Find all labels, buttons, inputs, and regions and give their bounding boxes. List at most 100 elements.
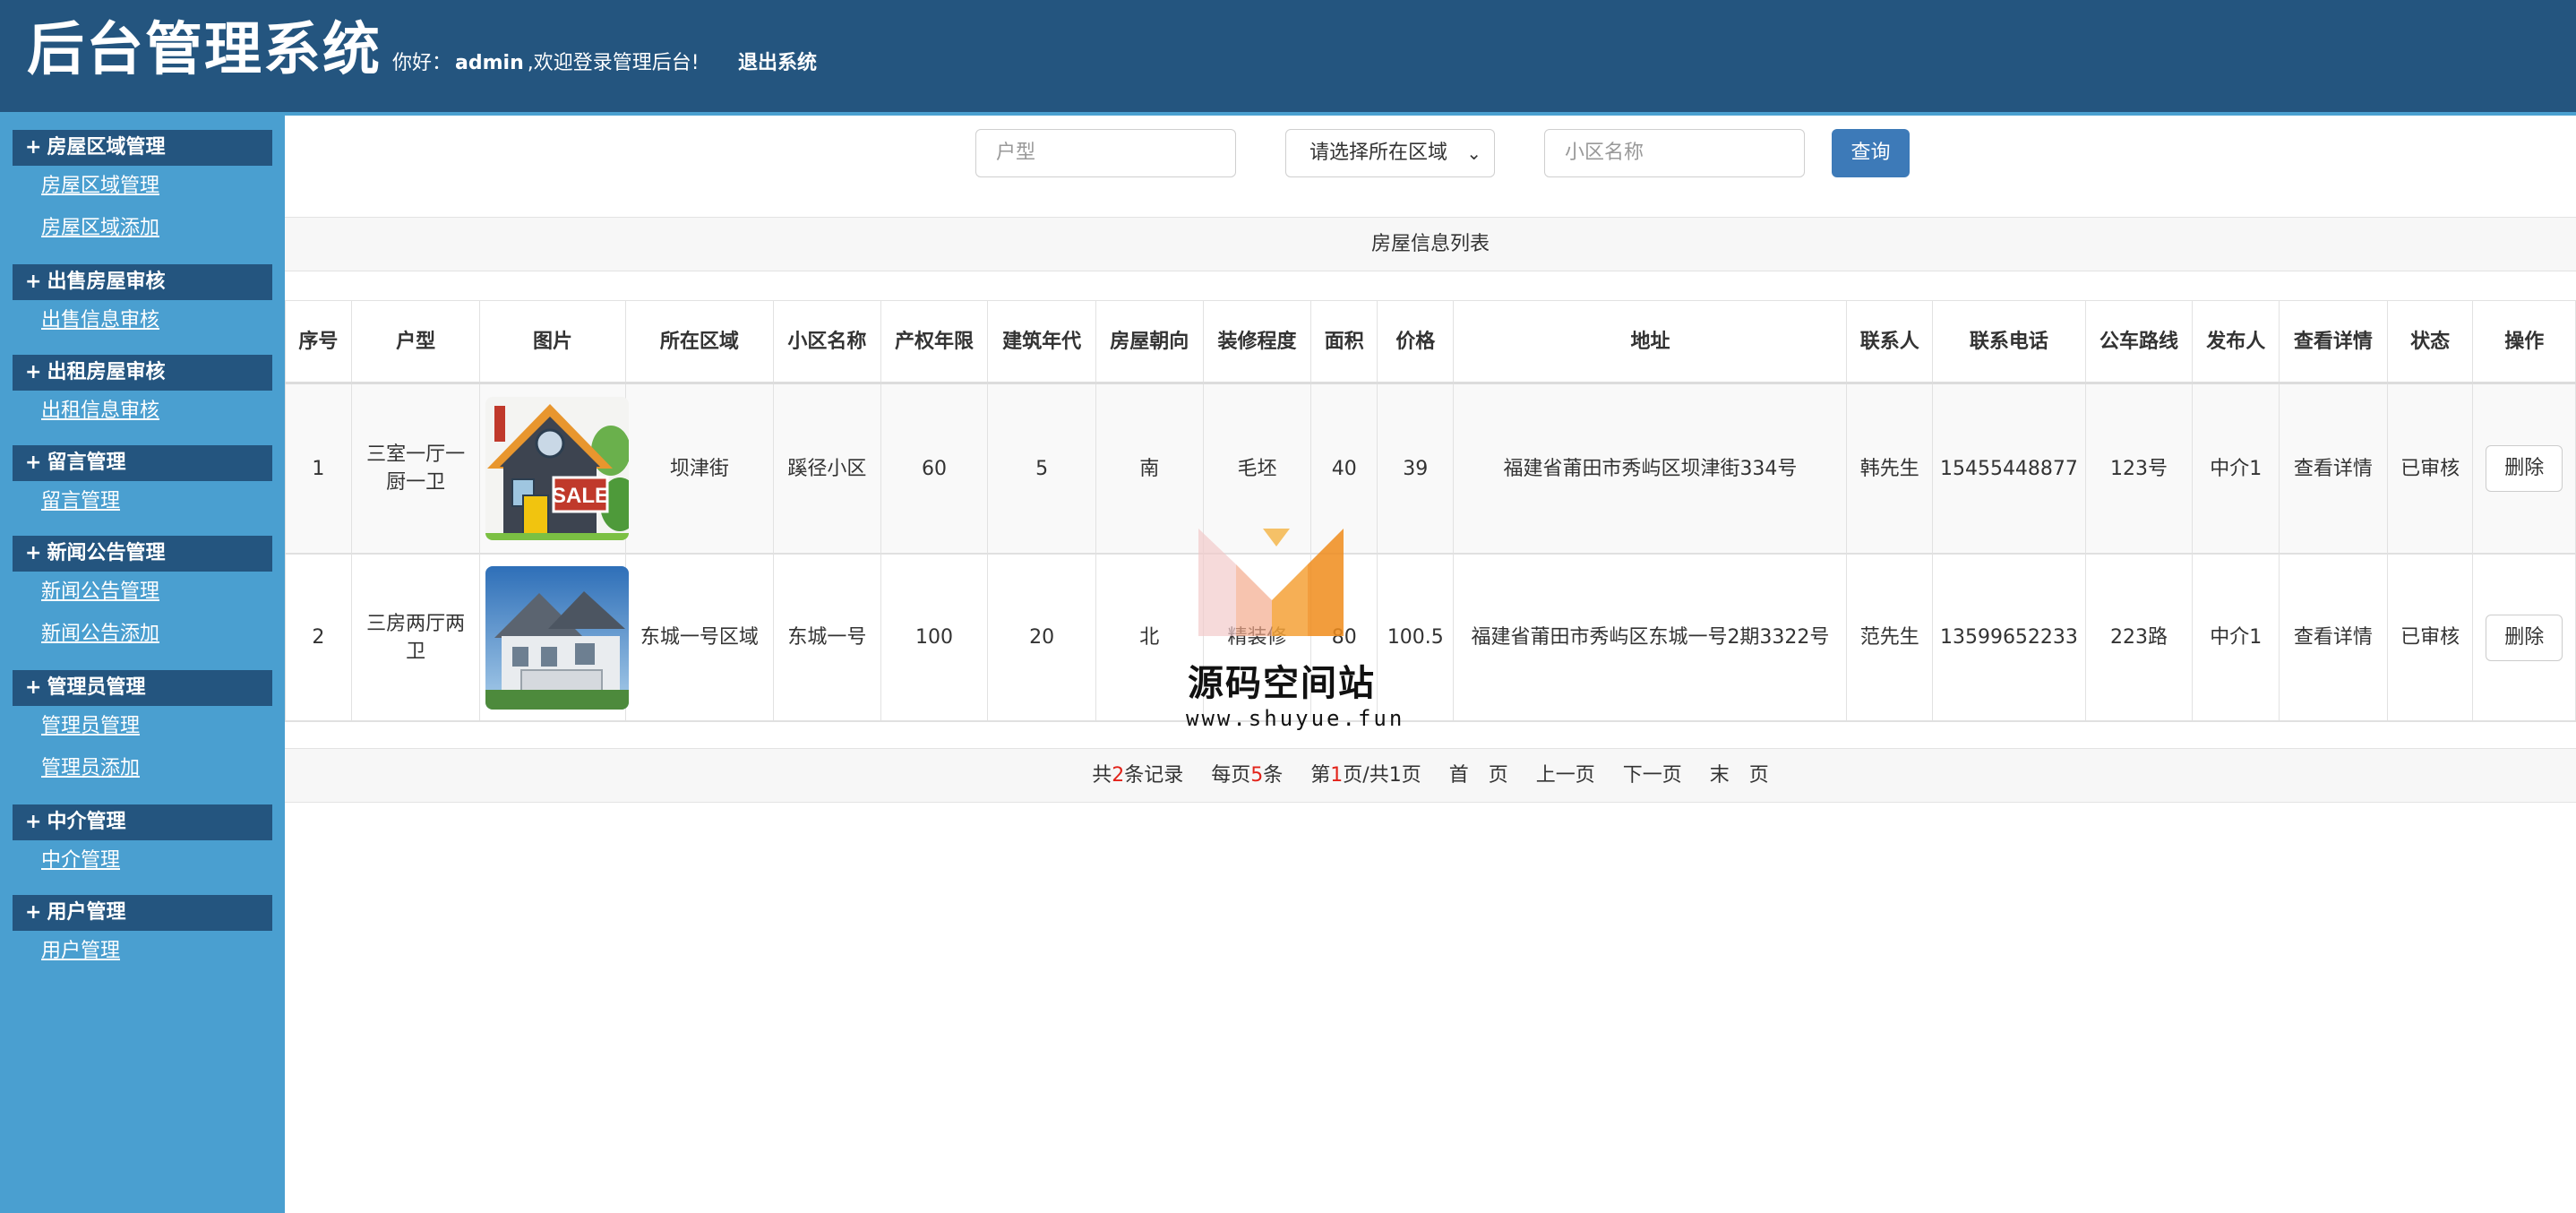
cell-address: 福建省莆田市秀屿区东城一号2期3322号: [1453, 554, 1848, 722]
cell-bus: 123号: [2084, 383, 2194, 555]
nav-group-rent-review: + 出租房屋审核 出租信息审核: [0, 355, 285, 431]
layout-search-input[interactable]: 户型: [975, 129, 1236, 177]
delete-button[interactable]: 删除: [2486, 445, 2563, 492]
col-header-decor: 装修程度: [1202, 300, 1312, 384]
house-photo-image: [485, 565, 630, 710]
main-content: 户型 请选择所在区域 ⌄ 小区名称 查询 房屋信息列表 序号 户型 图片 所在区…: [285, 116, 2576, 1213]
pager-next[interactable]: 下一页: [1623, 764, 1682, 787]
pager-last[interactable]: 末 页: [1710, 764, 1769, 787]
col-header-action: 操作: [2472, 300, 2576, 384]
cell-community: 东城一号: [773, 554, 881, 722]
nav-group-user: + 用户管理 用户管理: [0, 895, 285, 971]
nav-link-sale-review[interactable]: 出售信息审核: [41, 300, 285, 340]
col-header-area: 面积: [1310, 300, 1378, 384]
nav-link-user-manage[interactable]: 用户管理: [41, 931, 285, 971]
nav-group-title[interactable]: + 管理员管理: [13, 670, 272, 706]
cell-layout: 三房两厅两卫: [350, 554, 481, 722]
nav-group-region: + 房屋区域管理 房屋区域管理 房屋区域添加: [0, 130, 285, 250]
greeting-suffix: ,欢迎登录管理后台!: [527, 52, 700, 74]
cell-years: 60: [880, 383, 989, 555]
nav-group-title[interactable]: + 新闻公告管理: [13, 536, 272, 572]
pager-first[interactable]: 首 页: [1449, 764, 1508, 787]
col-header-layout: 户型: [350, 300, 481, 384]
nav-link-region-add[interactable]: 房屋区域添加: [41, 206, 285, 250]
col-header-status: 状态: [2386, 300, 2474, 384]
community-search-input[interactable]: 小区名称: [1544, 129, 1805, 177]
cell-years: 100: [880, 554, 989, 722]
nav-group-title[interactable]: + 留言管理: [13, 445, 272, 481]
cell-contact: 范先生: [1846, 554, 1934, 722]
table-header-row: 序号 户型 图片 所在区域 小区名称 产权年限 建筑年代 房屋朝向 装修程度 面…: [285, 300, 2576, 384]
cell-built: 20: [987, 554, 1096, 722]
cell-contact: 韩先生: [1846, 383, 1934, 555]
plus-icon: +: [25, 676, 42, 699]
plus-icon: +: [25, 542, 42, 564]
view-detail-link[interactable]: 查看详情: [2279, 554, 2388, 722]
nav-link-admin-manage[interactable]: 管理员管理: [41, 706, 285, 746]
nav-link-admin-add[interactable]: 管理员添加: [41, 746, 285, 790]
app-title: 后台管理系统: [27, 17, 382, 83]
house-table: 序号 户型 图片 所在区域 小区名称 产权年限 建筑年代 房屋朝向 装修程度 面…: [285, 300, 2576, 722]
col-header-community: 小区名称: [773, 300, 881, 384]
pager-current: 第1页/共1页: [1310, 764, 1421, 787]
nav-group-title[interactable]: + 出售房屋审核: [13, 264, 272, 300]
svg-text:SALE: SALE: [552, 484, 609, 508]
cell-publisher: 中介1: [2192, 383, 2280, 555]
plus-icon: +: [25, 452, 42, 474]
cell-status: 已审核: [2386, 383, 2474, 555]
col-header-address: 地址: [1453, 300, 1848, 384]
cell-action: 删除: [2472, 554, 2576, 722]
nav-group-title[interactable]: + 用户管理: [13, 895, 272, 931]
nav-group-agent: + 中介管理 中介管理: [0, 804, 285, 881]
cell-phone: 15455448877: [1932, 383, 2086, 555]
nav-link-rent-review[interactable]: 出租信息审核: [41, 391, 285, 431]
col-header-no: 序号: [285, 300, 352, 384]
username: admin: [455, 52, 524, 74]
cell-phone: 13599652233: [1932, 554, 2086, 722]
nav-link-news-add[interactable]: 新闻公告添加: [41, 612, 285, 656]
pager-total: 共2条记录: [1092, 764, 1184, 787]
cell-status: 已审核: [2386, 554, 2474, 722]
nav-group-title[interactable]: + 中介管理: [13, 804, 272, 840]
pager-per-page: 每页5条: [1211, 764, 1284, 787]
cell-community: 蹊径小区: [773, 383, 881, 555]
table-caption: 房屋信息列表: [285, 217, 2576, 271]
cell-address: 福建省莆田市秀屿区坝津街334号: [1453, 383, 1848, 555]
logout-link[interactable]: 退出系统: [738, 50, 817, 77]
col-header-phone: 联系电话: [1932, 300, 2086, 384]
cell-region: 坝津街: [624, 383, 775, 555]
nav-link-message-manage[interactable]: 留言管理: [41, 481, 285, 521]
nav-group-news: + 新闻公告管理 新闻公告管理 新闻公告添加: [0, 536, 285, 656]
nav-group-title[interactable]: + 出租房屋审核: [13, 355, 272, 391]
col-header-publisher: 发布人: [2192, 300, 2280, 384]
cell-region: 东城一号区域: [624, 554, 775, 722]
chevron-down-icon: ⌄: [1466, 142, 1481, 164]
top-header: 后台管理系统 你好： admin ,欢迎登录管理后台! 退出系统: [0, 0, 2576, 116]
watermark-url: www.shuyue.fun: [1186, 706, 1405, 731]
cell-action: 删除: [2472, 383, 2576, 555]
query-button[interactable]: 查询: [1832, 129, 1910, 177]
col-header-price: 价格: [1377, 300, 1455, 384]
house-sale-image: SALE: [485, 397, 630, 540]
nav-group-sale-review: + 出售房屋审核 出售信息审核: [0, 264, 285, 340]
col-header-years: 产权年限: [880, 300, 989, 384]
watermark-name: 源码空间站: [1188, 663, 1376, 704]
plus-icon: +: [25, 136, 42, 159]
sidebar: + 房屋区域管理 房屋区域管理 房屋区域添加 + 出售房屋审核 出售信息审核 + 出租…: [0, 116, 285, 1213]
pagination: 共2条记录 每页5条 第1页/共1页 首 页 上一页 下一页 末 页: [285, 748, 2576, 803]
col-header-region: 所在区域: [624, 300, 775, 384]
nav-link-news-manage[interactable]: 新闻公告管理: [41, 572, 285, 612]
nav-group-title[interactable]: + 房屋区域管理: [13, 130, 272, 166]
delete-button[interactable]: 删除: [2486, 614, 2563, 661]
col-header-contact: 联系人: [1846, 300, 1934, 384]
plus-icon: +: [25, 361, 42, 383]
greeting: 你好： admin ,欢迎登录管理后台!: [392, 50, 700, 77]
col-header-detail: 查看详情: [2279, 300, 2388, 384]
nav-link-agent-manage[interactable]: 中介管理: [41, 840, 285, 881]
region-select[interactable]: 请选择所在区域 ⌄: [1285, 129, 1495, 177]
cell-no: 2: [285, 554, 352, 722]
nav-link-region-manage[interactable]: 房屋区域管理: [41, 166, 285, 206]
view-detail-link[interactable]: 查看详情: [2279, 383, 2388, 555]
pager-prev[interactable]: 上一页: [1536, 764, 1595, 787]
cell-built: 5: [987, 383, 1096, 555]
